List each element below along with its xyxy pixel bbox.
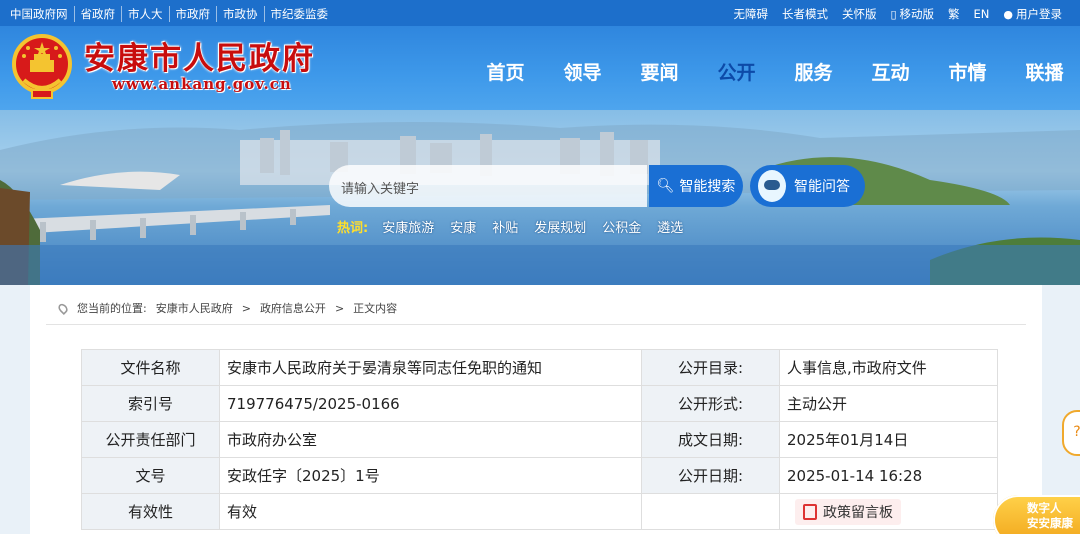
meta-value-department: 市政府办公室 <box>219 421 642 458</box>
meta-key-form: 公开形式: <box>641 385 780 422</box>
traditional-chinese-link[interactable]: 繁 <box>948 6 960 22</box>
search-icon: 🔍︎ <box>656 178 675 194</box>
meta-empty-cell <box>641 493 780 530</box>
meta-value-catalog: 人事信息,市政府文件 <box>779 349 998 386</box>
smart-search-label: 智能搜索 <box>679 179 736 195</box>
digital-human-line2: 安安康康 <box>1027 516 1073 530</box>
main-nav: 首页 领导 要闻 公开 服务 互动 市情 联播 <box>467 58 1080 85</box>
document-edit-icon <box>803 503 817 520</box>
meta-value-validity: 有效 <box>219 493 642 530</box>
nav-broadcast[interactable]: 联播 <box>1006 58 1080 85</box>
table-row: 索引号 719776475/2025-0166 公开形式: 主动公开 <box>81 385 998 422</box>
robot-icon <box>758 170 786 202</box>
top-link-discipline[interactable]: 市纪委监委 <box>263 6 335 22</box>
site-url: www.ankang.gov.cn <box>112 75 292 93</box>
table-row: 文件名称 安康市人民政府关于晏清泉等同志任免职的通知 公开目录: 人事信息,市政… <box>81 349 998 386</box>
hot-word[interactable]: 安康旅游 <box>382 217 434 236</box>
smart-qa-button[interactable]: 智能问答 <box>750 165 865 207</box>
accessibility-link[interactable]: 无障碍 <box>733 6 768 22</box>
meta-key-doc-number: 文号 <box>81 457 220 494</box>
breadcrumb-prefix: 您当前的位置: <box>77 302 147 315</box>
search-input[interactable]: 请输入关键字 <box>329 165 647 207</box>
site-title: 安康市人民政府 <box>84 41 315 77</box>
care-edition-link[interactable]: 关怀版 <box>842 6 877 22</box>
user-icon: ● <box>1003 8 1013 21</box>
mobile-label: 移动版 <box>899 7 935 21</box>
english-link[interactable]: EN <box>974 7 990 21</box>
policy-message-board-label: 政策留言板 <box>823 504 893 521</box>
breadcrumb-divider <box>46 324 1026 325</box>
table-row: 公开责任部门 市政府办公室 成文日期: 2025年01月14日 <box>81 421 998 458</box>
table-row: 文号 安政任字〔2025〕1号 公开日期: 2025-01-14 16:28 <box>81 457 998 494</box>
mobile-link[interactable]: ▯ 移动版 <box>890 6 934 22</box>
meta-value-publish-date: 2025-01-14 16:28 <box>779 457 998 494</box>
hot-word[interactable]: 公积金 <box>602 217 641 236</box>
login-label: 用户登录 <box>1016 7 1062 21</box>
nav-leaders[interactable]: 领导 <box>544 58 621 85</box>
meta-value-index: 719776475/2025-0166 <box>219 385 642 422</box>
top-link-congress[interactable]: 市人大 <box>121 6 169 22</box>
meta-value-form: 主动公开 <box>779 385 998 422</box>
top-bar: 中国政府网 省政府 市人大 市政府 市政协 市纪委监委 无障碍 长者模式 关怀版… <box>0 0 1080 26</box>
digital-human-button[interactable]: 数字人 安安康康 <box>993 495 1080 534</box>
hot-word[interactable]: 安康 <box>450 217 476 236</box>
breadcrumb-item-open[interactable]: 政府信息公开 <box>260 300 326 316</box>
hot-words-label: 热词: <box>337 221 369 236</box>
breadcrumb: 您当前的位置: 安康市人民政府 > 政府信息公开 > 正文内容 <box>56 300 398 316</box>
meta-value-written-date: 2025年01月14日 <box>779 421 998 458</box>
nav-service[interactable]: 服务 <box>775 58 852 85</box>
meta-key-publish-date: 公开日期: <box>641 457 780 494</box>
smart-qa-label: 智能问答 <box>794 179 850 195</box>
login-link[interactable]: ● 用户登录 <box>1003 6 1062 22</box>
table-row: 有效性 有效 政策留言板 <box>81 493 998 530</box>
top-right-tools: 无障碍 长者模式 关怀版 ▯ 移动版 繁 EN ● 用户登录 <box>733 6 1062 22</box>
meta-key-department: 公开责任部门 <box>81 421 220 458</box>
top-links: 中国政府网 省政府 市人大 市政府 市政协 市纪委监委 <box>10 6 334 22</box>
side-help-icon[interactable]: ? <box>1062 410 1080 456</box>
nav-news[interactable]: 要闻 <box>621 58 698 85</box>
location-pin-icon <box>56 301 70 315</box>
meta-value-doc-number: 安政任字〔2025〕1号 <box>219 457 642 494</box>
nav-open[interactable]: 公开 <box>698 58 775 85</box>
top-link-city-gov[interactable]: 市政府 <box>168 6 217 22</box>
meta-value-title: 安康市人民政府关于晏清泉等同志任免职的通知 <box>219 349 642 386</box>
digital-human-line1: 数字人 <box>1027 501 1062 515</box>
nav-interact[interactable]: 互动 <box>852 58 929 85</box>
hot-word[interactable]: 遴选 <box>657 217 683 236</box>
site-header: 安康市人民政府 www.ankang.gov.cn 首页 领导 要闻 公开 服务… <box>0 26 1080 110</box>
meta-key-catalog: 公开目录: <box>641 349 780 386</box>
meta-key-index: 索引号 <box>81 385 220 422</box>
elder-mode-link[interactable]: 长者模式 <box>782 6 828 22</box>
breadcrumb-item-current: 正文内容 <box>353 302 398 315</box>
top-link-gov-cn[interactable]: 中国政府网 <box>10 6 74 22</box>
mobile-icon: ▯ <box>890 8 897 21</box>
top-link-cppcc[interactable]: 市政协 <box>216 6 264 22</box>
policy-message-board-button[interactable]: 政策留言板 <box>795 498 901 525</box>
meta-key-written-date: 成文日期: <box>641 421 780 458</box>
hot-word[interactable]: 补贴 <box>492 217 518 236</box>
national-emblem-icon <box>12 34 72 99</box>
breadcrumb-separator: > <box>241 301 251 315</box>
hot-words: 热词: 安康旅游 安康 补贴 发展规划 公积金 遴选 <box>337 217 691 236</box>
top-link-province[interactable]: 省政府 <box>73 6 122 22</box>
nav-city-info[interactable]: 市情 <box>929 58 1006 85</box>
hot-word[interactable]: 发展规划 <box>534 217 586 236</box>
breadcrumb-item-home[interactable]: 安康市人民政府 <box>156 300 233 316</box>
meta-key-title: 文件名称 <box>81 349 220 386</box>
nav-home[interactable]: 首页 <box>467 58 544 85</box>
meta-policy-cell: 政策留言板 <box>779 493 998 530</box>
meta-key-validity: 有效性 <box>81 493 220 530</box>
smart-search-button[interactable]: 🔍︎ 智能搜索 <box>649 165 743 207</box>
banner: 请输入关键字 🔍︎ 智能搜索 智能问答 热词: 安康旅游 安康 补贴 发展规划 … <box>0 110 1080 285</box>
document-meta-table: 文件名称 安康市人民政府关于晏清泉等同志任免职的通知 公开目录: 人事信息,市政… <box>81 349 998 530</box>
breadcrumb-separator: > <box>334 301 345 315</box>
